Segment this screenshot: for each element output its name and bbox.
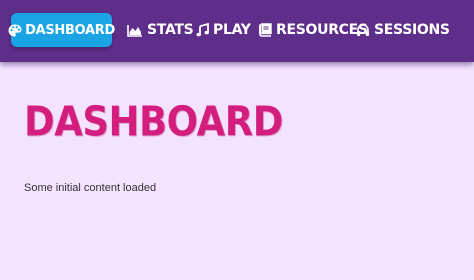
nav-item-dashboard[interactable]: DASHBOARD bbox=[8, 13, 115, 47]
content-text: Some initial content loaded bbox=[24, 182, 157, 194]
area-chart-icon bbox=[127, 24, 143, 37]
nav-item-stats[interactable]: STATS bbox=[127, 22, 194, 38]
nav-item-label: RESOURCES bbox=[276, 22, 368, 38]
nav-item-label: PLAY bbox=[213, 22, 251, 38]
headphones-icon bbox=[356, 23, 370, 37]
top-navbar: DASHBOARD STATS PLAY RESOURCES SESSIONS bbox=[0, 0, 474, 62]
nav-item-label: DASHBOARD bbox=[25, 22, 115, 38]
nav-item-play[interactable]: PLAY bbox=[196, 22, 251, 38]
nav-item-label: SESSIONS bbox=[374, 22, 450, 38]
nav-item-resources[interactable]: RESOURCES bbox=[258, 22, 368, 38]
palette-icon bbox=[8, 24, 22, 37]
page-title: DASHBOARD bbox=[24, 98, 283, 146]
music-icon bbox=[196, 23, 209, 37]
book-icon bbox=[258, 23, 272, 37]
nav-item-sessions[interactable]: SESSIONS bbox=[356, 22, 450, 38]
nav-item-label: STATS bbox=[147, 22, 194, 38]
